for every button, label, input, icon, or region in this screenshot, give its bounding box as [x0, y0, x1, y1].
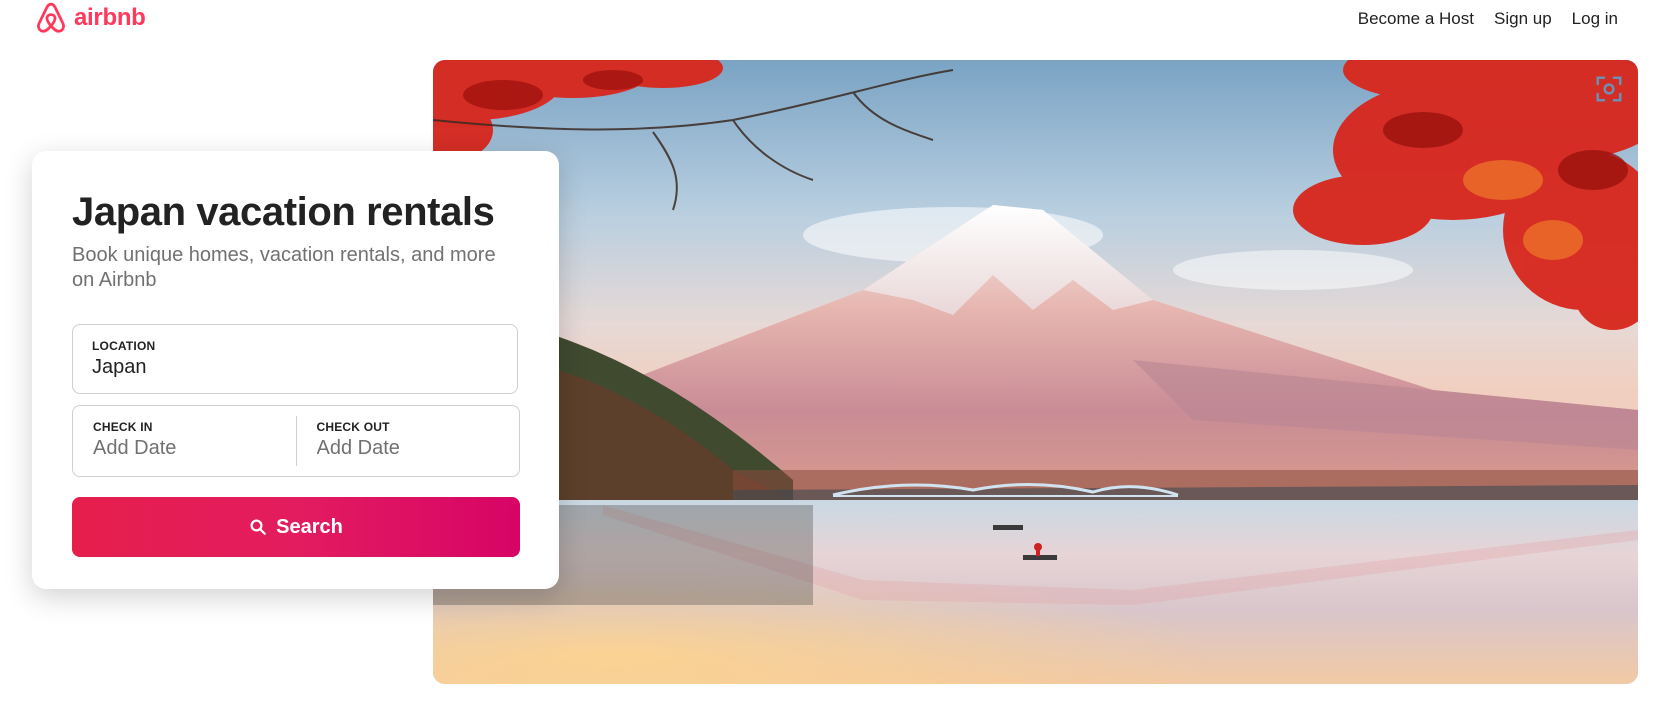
- page-title: Japan vacation rentals: [72, 190, 495, 234]
- check-in-input[interactable]: [93, 437, 276, 460]
- location-field[interactable]: LOCATION: [72, 324, 518, 394]
- dates-field: CHECK IN CHECK OUT: [72, 405, 520, 477]
- top-nav: Become a Host Sign up Log in: [1358, 6, 1618, 32]
- expand-icon: [1596, 76, 1622, 102]
- check-in-field[interactable]: CHECK IN: [73, 406, 296, 476]
- logo-wordmark: airbnb: [74, 4, 146, 31]
- check-out-field[interactable]: CHECK OUT: [297, 406, 520, 476]
- search-icon: [250, 519, 267, 535]
- expand-image-button[interactable]: [1594, 74, 1624, 104]
- sign-up-link[interactable]: Sign up: [1494, 6, 1552, 32]
- mount-fuji-scene: [433, 60, 1638, 684]
- location-input[interactable]: [92, 356, 498, 379]
- check-out-input[interactable]: [316, 437, 499, 460]
- search-button[interactable]: Search: [72, 497, 520, 557]
- check-in-label: CHECK IN: [93, 420, 153, 434]
- airbnb-logo-icon: [37, 2, 65, 33]
- become-host-link[interactable]: Become a Host: [1358, 6, 1474, 32]
- search-card: Japan vacation rentals Book unique homes…: [32, 151, 559, 589]
- check-out-label: CHECK OUT: [316, 420, 390, 434]
- page-subtitle: Book unique homes, vacation rentals, and…: [72, 244, 496, 291]
- search-button-label: Search: [276, 515, 343, 538]
- log-in-link[interactable]: Log in: [1572, 6, 1618, 32]
- page: airbnb Become a Host Sign up Log in Japa…: [0, 0, 1675, 727]
- hero-image: [433, 60, 1638, 684]
- airbnb-logo[interactable]: airbnb: [34, 0, 146, 36]
- location-label: LOCATION: [92, 339, 156, 353]
